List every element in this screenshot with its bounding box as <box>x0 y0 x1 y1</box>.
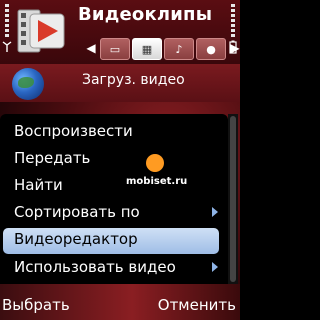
menu-item-label: Воспроизвести <box>14 122 133 140</box>
microphone-icon: ● <box>206 42 216 56</box>
tab-video[interactable]: ▦ <box>132 38 162 60</box>
list-item-label: Загруз. видео <box>82 72 185 88</box>
tab-music[interactable]: ♪ <box>164 38 194 60</box>
tab-bar: ◀ ▭ ▦ ♪ ● ▶ <box>84 38 240 60</box>
film-icon: ▦ <box>141 42 153 56</box>
watermark-logo-icon <box>146 154 164 172</box>
phone-screen: Видеоклипы ◀ ▭ ▦ ♪ ● ▶ Загруз. видео Вос… <box>0 0 240 320</box>
menu-item-sort-by[interactable]: Сортировать по <box>0 201 222 227</box>
presentation-icon: ▭ <box>109 42 121 56</box>
menu-item-label: Видеоредактор <box>14 230 138 248</box>
watermark-text: mobiset.ru <box>126 176 188 187</box>
softkey-bar: Выбрать Отменить <box>0 284 240 320</box>
menu-item-send[interactable]: Передать <box>0 147 222 173</box>
tab-left-arrow-icon[interactable]: ◀ <box>84 38 98 58</box>
menu-item-use-video[interactable]: Использовать видео <box>0 256 222 282</box>
menu-item-label: Передать <box>14 149 91 167</box>
app-header: Видеоклипы ◀ ▭ ▦ ♪ ● ▶ <box>0 0 240 64</box>
menu-item-label: Сортировать по <box>14 203 140 221</box>
select-softkey[interactable]: Выбрать <box>2 296 70 314</box>
menu-scrollbar[interactable] <box>228 114 238 284</box>
globe-icon <box>12 68 44 100</box>
music-note-icon: ♪ <box>175 42 183 56</box>
submenu-arrow-icon <box>212 262 218 272</box>
app-title: Видеоклипы <box>78 4 213 25</box>
menu-item-play[interactable]: Воспроизвести <box>0 120 222 146</box>
tab-presentation[interactable]: ▭ <box>100 38 130 60</box>
cancel-softkey[interactable]: Отменить <box>158 296 236 314</box>
video-folder-icon <box>17 9 65 53</box>
scrollbar-thumb[interactable] <box>230 116 236 282</box>
menu-item-find[interactable]: Найти <box>0 174 222 200</box>
list-item-download-video[interactable]: Загруз. видео <box>0 64 240 102</box>
menu-item-label: Использовать видео <box>14 258 176 276</box>
submenu-arrow-icon <box>212 207 218 217</box>
menu-item-video-editor[interactable]: Видеоредактор <box>3 228 219 254</box>
options-menu: Воспроизвести Передать Найти Сортировать… <box>0 114 228 284</box>
signal-strength-icon <box>2 4 12 58</box>
menu-item-label: Найти <box>14 176 63 194</box>
battery-level-icon <box>228 4 238 58</box>
tab-recordings[interactable]: ● <box>196 38 226 60</box>
